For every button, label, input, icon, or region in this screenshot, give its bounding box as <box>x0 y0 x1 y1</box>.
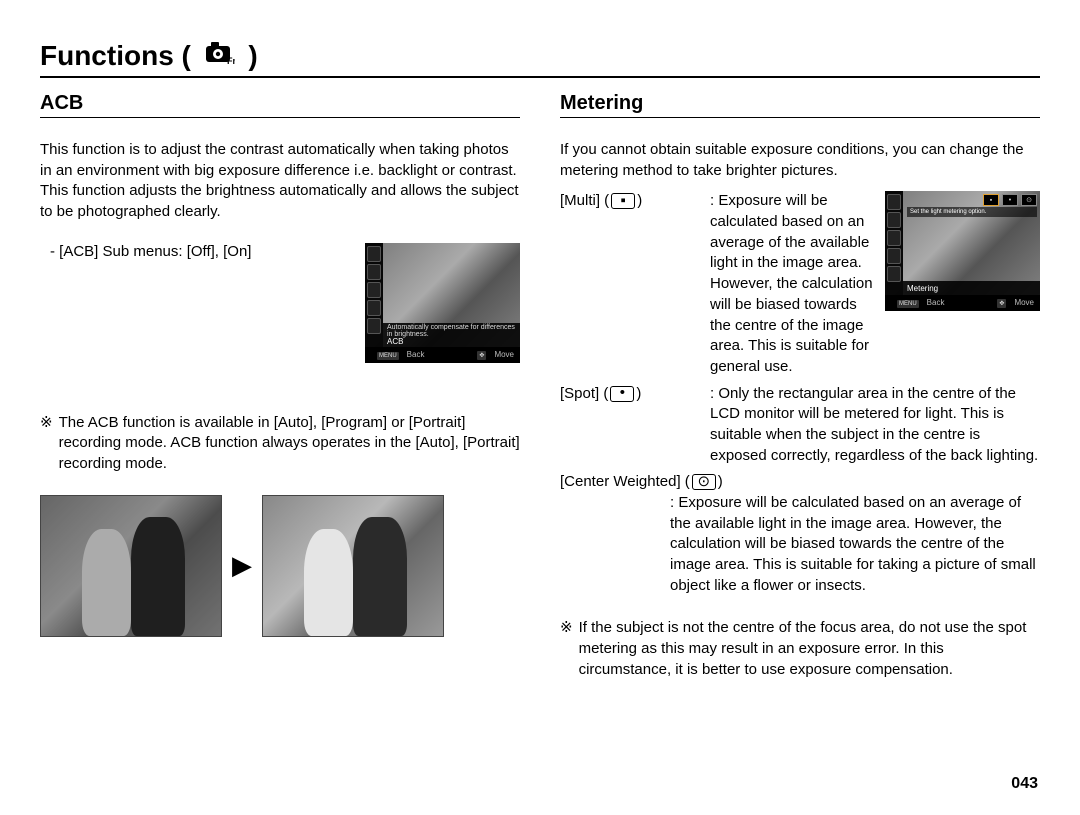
metering-lcd-mode: Metering <box>907 284 938 293</box>
page-title-row: Functions ( Fn ) <box>40 40 1040 78</box>
lcd-side-icons <box>365 243 383 347</box>
acb-intro: This function is to adjust the contrast … <box>40 140 520 223</box>
acb-section: ACB This function is to adjust the contr… <box>40 92 520 681</box>
acb-note-text: The ACB function is available in [Auto],… <box>59 413 520 475</box>
acb-lcd-preview: Automatically compensate for differences… <box>365 243 520 363</box>
acb-heading: ACB <box>40 92 520 118</box>
lcd-side-icons <box>885 191 903 295</box>
lcd-menu-icon <box>887 266 901 282</box>
metering-multi: [Multi] (▪) : Exposure will be calculate… <box>560 191 875 377</box>
metering-note-text: If the subject is not the centre of the … <box>579 618 1040 680</box>
acb-note: ※ The ACB function is available in [Auto… <box>40 413 520 475</box>
manual-page: Functions ( Fn ) ACB This function is to… <box>0 0 1080 815</box>
metering-center-weighted: [Center Weighted] (⊙) : Exposure will be… <box>560 472 1040 596</box>
metering-heading: Metering <box>560 92 1040 118</box>
metering-lcd-preview: ▪ • ⊙ Set the light metering option. Met… <box>885 191 1040 311</box>
acb-before-after: ▶ <box>40 495 520 637</box>
metering-spot-icon: • <box>1002 194 1018 206</box>
page-number: 043 <box>1011 775 1038 793</box>
lcd-menu-icon <box>887 194 901 210</box>
menu-button-icon: MENU <box>377 352 399 360</box>
lcd-menu-icon <box>887 230 901 246</box>
lcd-menu-icon <box>367 300 381 316</box>
camera-fn-icon: Fn <box>205 41 235 65</box>
metering-lcd-tip: Set the light metering option. <box>907 207 1037 217</box>
center-weighted-icon: ⊙ <box>692 474 716 490</box>
svg-text:Fn: Fn <box>227 56 235 65</box>
metering-mode-tabs: ▪ • ⊙ <box>983 194 1037 206</box>
lcd-footer: MENUBack ✥Move <box>365 347 520 363</box>
move-button-icon: ✥ <box>477 351 486 360</box>
lcd-footer: MENUBack ✥Move <box>885 295 1040 311</box>
metering-center-icon: ⊙ <box>1021 194 1037 206</box>
move-button-icon: ✥ <box>997 299 1006 308</box>
lcd-menu-icon <box>367 264 381 280</box>
lcd-menu-icon <box>367 282 381 298</box>
lcd-menu-icon <box>367 318 381 334</box>
metering-section: Metering If you cannot obtain suitable e… <box>560 92 1040 681</box>
acb-photo-after <box>262 495 444 637</box>
acb-photo-before <box>40 495 222 637</box>
note-mark-icon: ※ <box>560 618 573 680</box>
spot-metering-icon: • <box>610 386 634 402</box>
metering-spot: [Spot] (•) : Only the rectangular area i… <box>560 384 1040 467</box>
metering-multi-icon: ▪ <box>983 194 999 206</box>
acb-lcd-mode: ACB <box>387 337 403 346</box>
content-columns: ACB This function is to adjust the contr… <box>40 92 1040 681</box>
lcd-menu-icon <box>887 212 901 228</box>
note-mark-icon: ※ <box>40 413 53 475</box>
lcd-menu-icon <box>887 248 901 264</box>
arrow-right-icon: ▶ <box>232 550 252 581</box>
multi-metering-icon: ▪ <box>611 193 635 209</box>
page-title: Functions <box>40 40 174 72</box>
lcd-menu-icon <box>367 246 381 262</box>
menu-button-icon: MENU <box>897 300 919 308</box>
metering-intro: If you cannot obtain suitable exposure c… <box>560 140 1040 181</box>
acb-lcd-hint: Automatically compensate for differences… <box>387 324 516 339</box>
metering-note: ※ If the subject is not the centre of th… <box>560 618 1040 680</box>
